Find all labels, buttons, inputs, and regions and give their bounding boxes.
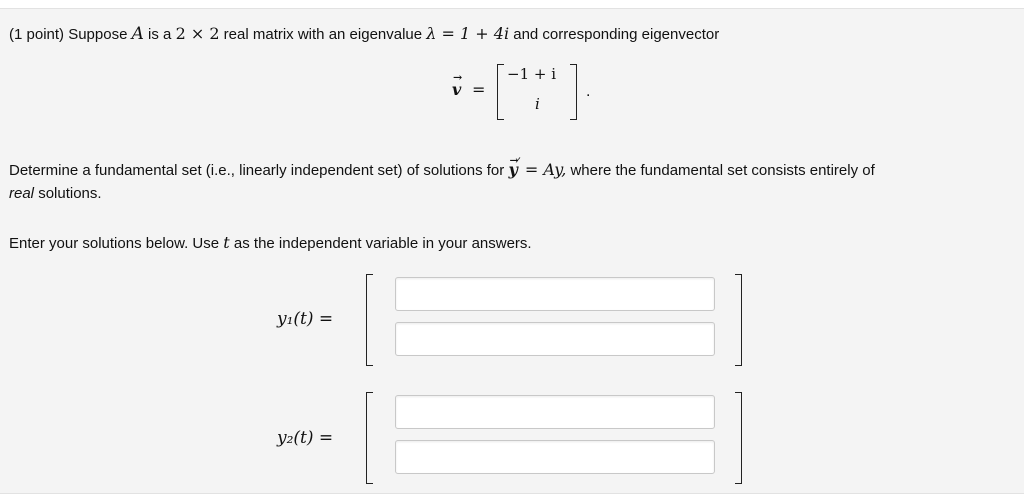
eigenvalue: λ = 1 + 4i [426, 24, 510, 43]
vector-arrow-icon: → [453, 71, 463, 84]
eigenvector-symbol: → v [452, 71, 463, 99]
real-emphasis: real [9, 185, 35, 202]
y1-label: y₁(t) = [277, 309, 334, 329]
equals-sign: = [472, 80, 486, 99]
y2-bottom-input[interactable] [395, 440, 715, 474]
y1-left-bracket [366, 274, 373, 366]
determine-line-2: real solutions. [9, 184, 102, 204]
y1-bottom-input[interactable] [395, 322, 715, 356]
eigenvector-bottom-entry: i [535, 95, 540, 113]
y2-left-bracket [366, 392, 373, 484]
ode-equation: = Ay, [524, 160, 567, 179]
y2-top-input[interactable] [395, 395, 715, 429]
y2-right-bracket [735, 392, 742, 484]
intro-text-1: Suppose [68, 26, 128, 43]
solutions-text: solutions. [38, 185, 102, 202]
intro-text-4: and corresponding eigenvector [513, 26, 720, 43]
y1-top-input[interactable] [395, 277, 715, 311]
eigenvector-top-entry: −1 + i [507, 65, 557, 83]
problem-statement-line-1: (1 point) Suppose A is a 2 × 2 real matr… [9, 24, 719, 45]
matrix-dims: 2 × 2 [175, 24, 220, 43]
determine-text: Determine a fundamental set (i.e., linea… [9, 162, 505, 179]
y2-label: y₂(t) = [277, 428, 334, 448]
determine-text-2: where the fundamental set consists entir… [570, 162, 875, 179]
points-label: (1 point) [9, 26, 65, 43]
t-variable: t [223, 233, 230, 252]
y1-right-bracket [735, 274, 742, 366]
instructions-text-2: as the independent variable in your answ… [233, 235, 532, 252]
matrix-symbol: A [131, 24, 144, 44]
period: . [586, 83, 591, 100]
y-vector-symbol: → y [508, 154, 519, 179]
instructions-line: Enter your solutions below. Use t as the… [9, 233, 532, 254]
right-bracket [570, 64, 577, 120]
determine-line-1: Determine a fundamental set (i.e., linea… [9, 154, 875, 179]
instructions-text: Enter your solutions below. Use [9, 235, 220, 252]
intro-text-3: real matrix with an eigenvalue [223, 26, 423, 43]
left-bracket [497, 64, 504, 120]
intro-text-2: is a [148, 26, 172, 43]
problem-panel: (1 point) Suppose A is a 2 × 2 real matr… [0, 8, 1024, 494]
